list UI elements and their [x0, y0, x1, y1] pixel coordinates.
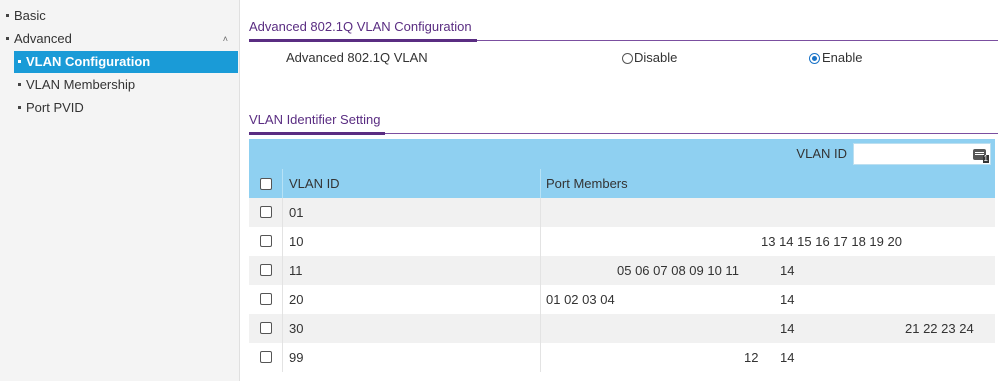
disable-radio-label[interactable]: Disable	[634, 50, 677, 65]
disable-radio[interactable]	[622, 53, 633, 64]
vlan-id-cell: 11	[289, 263, 303, 278]
bullet-icon	[18, 106, 21, 110]
bullet-icon	[18, 83, 21, 87]
row-checkbox[interactable]	[260, 322, 272, 334]
port-members-cell: 14	[780, 263, 795, 278]
table-row[interactable]: 01	[249, 198, 995, 227]
enable-radio[interactable]	[809, 53, 820, 64]
sidebar-item-label: Basic	[14, 8, 46, 23]
sidebar: Basic Advanced ˄ VLAN Configuration VLAN…	[0, 0, 240, 381]
port-members-cell: 01 02 03 04	[546, 292, 615, 307]
bullet-icon	[18, 60, 21, 64]
sidebar-item-label: VLAN Configuration	[26, 54, 151, 69]
filter-action-icon[interactable]	[973, 149, 989, 163]
table-row[interactable]: 11 05 06 07 08 09 10 11 14	[249, 256, 995, 285]
advanced-vlan-label: Advanced 802.1Q VLAN	[286, 50, 428, 65]
chevron-up-icon: ˄	[222, 34, 228, 44]
port-members-cell: 21 22 23 24	[905, 321, 974, 336]
table-header-row: VLAN ID Port Members	[249, 169, 995, 198]
port-members-cell: 14	[780, 321, 795, 336]
vlan-id-filter-input[interactable]	[853, 143, 991, 165]
sidebar-item-advanced[interactable]: Advanced ˄	[6, 28, 234, 50]
section-title-underline	[249, 39, 477, 42]
row-checkbox[interactable]	[260, 206, 272, 218]
row-checkbox[interactable]	[260, 293, 272, 305]
sidebar-item-vlan-configuration[interactable]: VLAN Configuration	[14, 51, 238, 73]
table-row[interactable]: 20 01 02 03 04 14	[249, 285, 995, 314]
bullet-icon	[6, 14, 9, 18]
sidebar-item-label: VLAN Membership	[26, 77, 136, 92]
column-header-vlan-id[interactable]: VLAN ID	[289, 176, 340, 191]
column-divider	[282, 198, 283, 372]
port-members-cell: 14	[780, 292, 795, 307]
vlan-id-cell: 20	[289, 292, 304, 307]
sidebar-item-vlan-membership[interactable]: VLAN Membership	[18, 74, 234, 96]
port-members-cell: 12	[744, 350, 759, 365]
section-title-underline	[249, 132, 385, 135]
row-checkbox[interactable]	[260, 351, 272, 363]
vlan-id-cell: 01	[289, 205, 304, 220]
table-row[interactable]: 30 14 21 22 23 24	[249, 314, 995, 343]
vlan-id-cell: 30	[289, 321, 304, 336]
column-divider	[540, 169, 541, 198]
sidebar-item-basic[interactable]: Basic	[6, 5, 234, 27]
section-title-vlan-identifier: VLAN Identifier Setting	[249, 112, 381, 127]
enable-radio-label[interactable]: Enable	[822, 50, 862, 65]
table-row[interactable]: 99 12 14	[249, 343, 995, 372]
table-row[interactable]: 10 13 14 15 16 17 18 19 20	[249, 227, 995, 256]
column-divider	[282, 169, 283, 198]
column-header-port-members[interactable]: Port Members	[546, 176, 628, 191]
sidebar-item-label: Advanced	[14, 31, 72, 46]
vlan-id-cell: 10	[289, 234, 304, 249]
row-checkbox[interactable]	[260, 235, 272, 247]
sidebar-item-label: Port PVID	[26, 100, 84, 115]
section-title-advanced-vlan: Advanced 802.1Q VLAN Configuration	[249, 19, 472, 34]
sidebar-item-port-pvid[interactable]: Port PVID	[18, 97, 234, 119]
select-all-checkbox[interactable]	[260, 178, 272, 190]
port-members-cell: 13 14 15 16 17 18 19 20	[761, 234, 902, 249]
vlan-id-cell: 99	[289, 350, 304, 365]
port-members-cell: 05 06 07 08 09 10 11	[617, 263, 739, 278]
table-filter-bar: VLAN ID	[249, 139, 995, 169]
column-divider	[540, 198, 541, 372]
port-members-cell: 14	[780, 350, 795, 365]
row-checkbox[interactable]	[260, 264, 272, 276]
filter-label: VLAN ID	[796, 146, 847, 161]
bullet-icon	[6, 37, 9, 41]
